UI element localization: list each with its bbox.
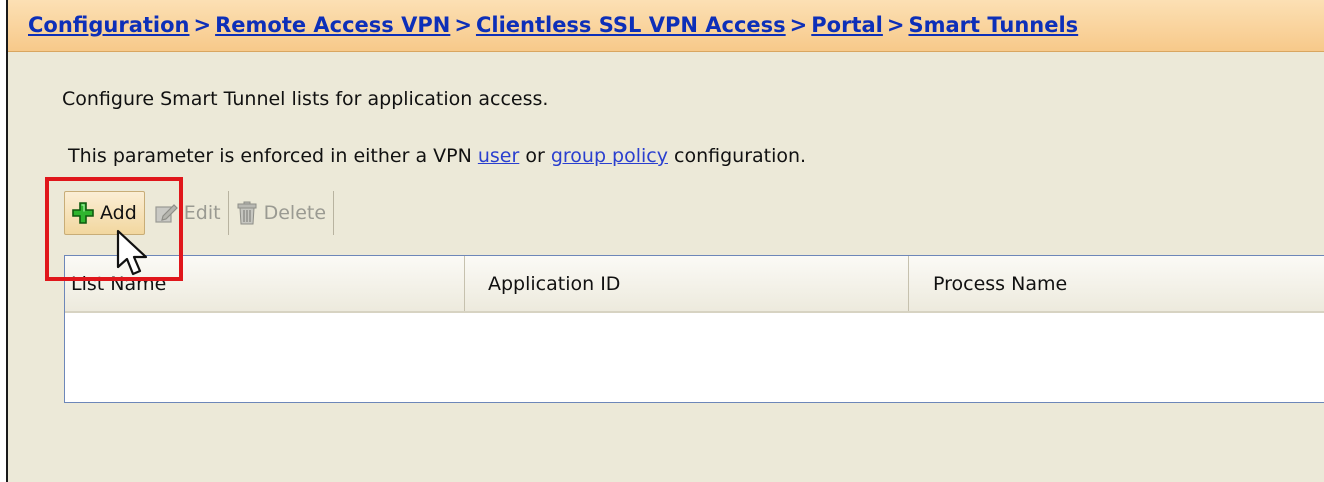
column-header-list-name[interactable]: List Name bbox=[65, 256, 465, 311]
breadcrumb-link-smart-tunnels[interactable]: Smart Tunnels bbox=[908, 13, 1078, 37]
breadcrumb-link-remote-access-vpn[interactable]: Remote Access VPN bbox=[215, 13, 450, 37]
breadcrumb-link-clientless-ssl-vpn-access[interactable]: Clientless SSL VPN Access bbox=[476, 13, 786, 37]
table-body bbox=[65, 313, 1324, 402]
delete-button[interactable]: Delete bbox=[229, 191, 335, 235]
group-policy-link[interactable]: group policy bbox=[551, 145, 668, 167]
column-header-application-id[interactable]: Application ID bbox=[465, 256, 909, 311]
breadcrumb: Configuration > Remote Access VPN > Clientle… bbox=[28, 13, 1078, 37]
plus-icon bbox=[72, 202, 94, 224]
trash-icon bbox=[236, 201, 258, 225]
page-description: Configure Smart Tunnel lists for applica… bbox=[62, 88, 549, 110]
policy-note: This parameter is enforced in either a V… bbox=[68, 145, 806, 167]
add-button-label: Add bbox=[100, 202, 137, 224]
user-link[interactable]: user bbox=[478, 145, 519, 167]
breadcrumb-separator: > bbox=[454, 13, 472, 37]
config-panel: Configuration > Remote Access VPN > Clientle… bbox=[6, 0, 1324, 482]
toolbar: Add Edit Delete bbox=[64, 185, 335, 241]
delete-button-label: Delete bbox=[263, 202, 327, 224]
edit-button[interactable]: Edit bbox=[147, 191, 229, 235]
table-header: List Name Application ID Process Name bbox=[65, 256, 1324, 313]
policy-note-prefix: This parameter is enforced in either a V… bbox=[68, 145, 478, 167]
add-button[interactable]: Add bbox=[64, 191, 145, 235]
breadcrumb-separator: > bbox=[789, 13, 808, 37]
breadcrumb-link-configuration[interactable]: Configuration bbox=[28, 13, 189, 37]
column-header-process-name[interactable]: Process Name bbox=[909, 256, 1324, 311]
policy-note-suffix: configuration. bbox=[667, 145, 807, 167]
edit-button-label: Edit bbox=[183, 202, 221, 224]
breadcrumb-separator: > bbox=[886, 13, 905, 37]
breadcrumb-bar: Configuration > Remote Access VPN > Clientle… bbox=[8, 0, 1324, 52]
breadcrumb-separator: > bbox=[193, 13, 212, 37]
smart-tunnel-table: List Name Application ID Process Name bbox=[64, 255, 1324, 403]
edit-icon bbox=[154, 202, 178, 224]
policy-note-middle: or bbox=[519, 145, 551, 167]
breadcrumb-link-portal[interactable]: Portal bbox=[811, 13, 883, 37]
